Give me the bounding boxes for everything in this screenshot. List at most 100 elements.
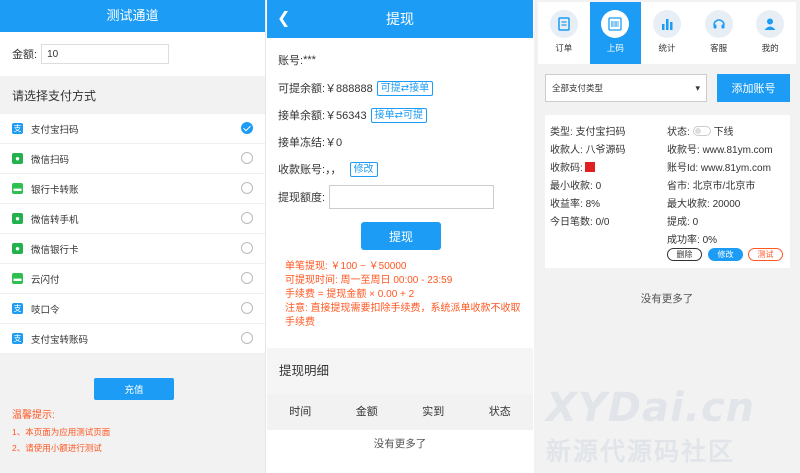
pay-method-label: 吱口令 — [31, 304, 60, 316]
card-rate: 收益率: 8% — [550, 195, 600, 210]
withdrawable-row: 可提余额: ￥888888 可提⇄接单 — [278, 80, 434, 96]
tab-upload-code[interactable]: 上码 — [589, 2, 642, 64]
receive-account-value: ，， — [325, 164, 342, 176]
tip-line: 2、请使用小额进行测试 — [12, 443, 102, 453]
card-region-value: 北京市/北京市 — [692, 181, 756, 192]
tab-label: 客服 — [710, 43, 728, 53]
receive-account-row: 收款账号: ，， 修改 — [278, 161, 378, 177]
withdraw-amount-row: 提现额度: — [278, 185, 495, 209]
transfer-to-withdrawable-button[interactable]: 接单⇄可提 — [370, 107, 428, 123]
radio-checked[interactable] — [241, 122, 253, 134]
tip-line: 1、本页面为应用测试页面 — [12, 427, 111, 437]
add-account-button[interactable]: 添加账号 — [717, 74, 790, 102]
pay-method-bank-transfer[interactable]: ▬ 银行卡转账 — [0, 174, 265, 204]
delete-button[interactable]: 删除 — [667, 248, 702, 261]
card-fee-value: 0 — [692, 217, 699, 228]
radio[interactable] — [241, 242, 253, 254]
card-min-value: 0 — [595, 181, 602, 192]
radio[interactable] — [241, 302, 253, 314]
pay-method-wechat-phone[interactable]: ● 微信转手机 — [0, 204, 265, 234]
back-arrow-icon[interactable]: ❮ — [277, 0, 290, 38]
tab-support[interactable]: 客服 — [693, 2, 745, 64]
pay-method-label: 微信扫码 — [31, 154, 70, 166]
tab-label: 上码 — [606, 43, 624, 53]
card-fee-label: 提成: — [667, 217, 690, 228]
pay-method-alipay-transfer[interactable]: 支 支付宝转账码 — [0, 324, 265, 354]
card-rate-label: 收益率: — [550, 199, 583, 210]
wechat-icon: ● — [12, 243, 23, 254]
edit-button[interactable]: 修改 — [708, 248, 743, 261]
withdraw-amount-input[interactable] — [329, 185, 495, 209]
order-icon — [549, 10, 578, 38]
tab-mine[interactable]: 我的 — [744, 2, 796, 64]
card-account-id: 账号Id: www.81ym.com — [667, 159, 771, 174]
card-type: 类型: 支付宝扫码 — [550, 123, 626, 138]
card-account-id-value: www.81ym.com — [700, 163, 771, 174]
transfer-to-order-button[interactable]: 可提⇄接单 — [376, 80, 434, 96]
pay-method-unionpay[interactable]: ▬ 云闪付 — [0, 264, 265, 294]
card-status-value: 下线 — [713, 127, 734, 138]
card-status: 状态: 下线 — [667, 123, 734, 138]
account-card: 类型: 支付宝扫码 状态: 下线 收款人: 八爷源码 收款号: www.81ym… — [545, 115, 790, 268]
card-receiver: 收款人: 八爷源码 — [550, 141, 626, 156]
column-received: 实到 — [422, 406, 445, 418]
pay-method-label: 云闪付 — [31, 274, 60, 286]
note-line: 注意: 直接提现需要扣除手续费，系统派单收款不收取手续费 — [285, 303, 521, 328]
withdraw-amount-label: 提现额度: — [278, 192, 326, 204]
card-receive-no: 收款号: www.81ym.com — [667, 141, 773, 156]
empty-text: 没有更多了 — [640, 293, 694, 305]
recharge-button[interactable]: 充值 — [94, 378, 174, 400]
headset-icon — [704, 10, 733, 38]
card-success-value: 0% — [702, 235, 718, 246]
tab-bar: 订单 上码 统计 客服 我的 — [538, 2, 796, 64]
card-max: 最大收款: 20000 — [667, 195, 740, 210]
card-type-label: 类型: — [550, 127, 573, 138]
tab-orders[interactable]: 订单 — [538, 2, 590, 64]
qr-code-icon[interactable] — [584, 162, 595, 172]
note-line: 手续费 = 提现金额 × 0.00 + 2 — [285, 289, 415, 300]
recharge-test-panel: 测试通道 金额: 请选择支付方式 支 支付宝扫码 ● 微信扫码 ▬ 银行卡转账 … — [0, 0, 266, 473]
pay-method-label: 微信银行卡 — [31, 244, 79, 256]
radio[interactable] — [241, 182, 253, 194]
card-receive-no-value: www.81ym.com — [702, 145, 773, 156]
radio[interactable] — [241, 152, 253, 164]
tab-label: 订单 — [555, 43, 573, 53]
withdraw-title: 提现 — [386, 11, 414, 27]
unionpay-icon: ▬ — [12, 273, 23, 284]
account-row: 账号: *** — [278, 52, 316, 68]
column-time: 时间 — [289, 406, 312, 418]
tab-statistics[interactable]: 统计 — [641, 2, 693, 64]
pay-method-wechat-bank[interactable]: ● 微信银行卡 — [0, 234, 265, 264]
account-value: *** — [303, 54, 316, 66]
tips-title: 温馨提示: — [12, 410, 55, 421]
card-region: 省市: 北京市/北京市 — [667, 177, 755, 192]
card-region-label: 省市: — [667, 181, 690, 192]
card-status-label: 状态: — [667, 127, 690, 138]
card-receiver-value: 八爷源码 — [585, 145, 626, 156]
watermark: XYDai.cn — [546, 385, 756, 431]
withdrawable-label: 可提余额: — [278, 83, 326, 95]
pay-method-label: 银行卡转账 — [31, 184, 79, 196]
radio[interactable] — [241, 272, 253, 284]
frozen-value: ￥0 — [325, 137, 343, 149]
withdraw-button[interactable]: 提现 — [361, 222, 441, 250]
card-today: 今日笔数: 0/0 — [550, 213, 609, 228]
pay-method-wechat-scan[interactable]: ● 微信扫码 — [0, 144, 265, 174]
status-toggle[interactable] — [692, 126, 711, 136]
frozen-row: 接单冻结: ￥0 — [278, 134, 342, 150]
test-button[interactable]: 测试 — [748, 248, 783, 261]
card-success-label: 成功率: — [667, 235, 700, 246]
card-receiver-label: 收款人: — [550, 145, 583, 156]
radio[interactable] — [241, 332, 253, 344]
receive-account-label: 收款账号: — [278, 164, 326, 176]
amount-input[interactable] — [41, 44, 170, 64]
radio[interactable] — [241, 212, 253, 224]
pay-method-alipay-command[interactable]: 支 吱口令 — [0, 294, 265, 324]
order-balance-value: ￥56343 — [325, 110, 367, 122]
amount-row: 金额: — [0, 32, 265, 76]
modify-button[interactable]: 修改 — [349, 161, 378, 177]
withdrawable-value: ￥888888 — [325, 83, 373, 95]
tab-label: 我的 — [761, 43, 779, 53]
pay-method-alipay-scan[interactable]: 支 支付宝扫码 — [0, 114, 265, 144]
pay-type-select[interactable]: 全部支付类型 — [545, 74, 707, 102]
